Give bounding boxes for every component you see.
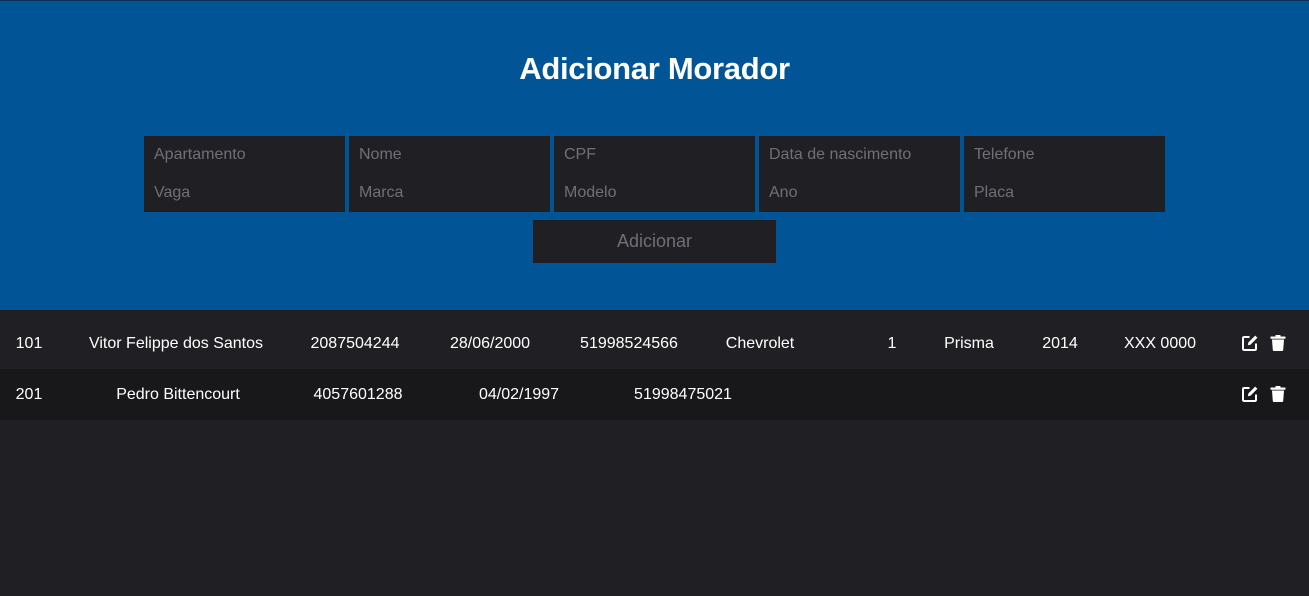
edit-icon[interactable] (1241, 334, 1259, 352)
add-button[interactable]: Adicionar (533, 220, 776, 263)
cell-nascimento: 04/02/1997 (478, 386, 560, 403)
cell-nascimento: 28/06/2000 (449, 335, 531, 352)
form-column-nome (349, 136, 550, 212)
trash-icon[interactable] (1269, 385, 1287, 403)
header-section: Adicionar Morador Adicionar (0, 0, 1309, 310)
cpf-input[interactable] (554, 136, 755, 174)
cell-cpf: 2087504244 (310, 335, 400, 352)
table-row: 101 Vitor Felippe dos Santos 2087504244 … (0, 318, 1309, 369)
marca-input[interactable] (349, 174, 550, 212)
telefone-input[interactable] (964, 136, 1165, 174)
modelo-input[interactable] (554, 174, 755, 212)
form-column-nascimento (759, 136, 960, 212)
cell-apartamento: 201 (15, 386, 43, 403)
form-column-telefone (964, 136, 1165, 212)
cell-vaga: 1 (887, 335, 897, 352)
cell-ano: 2014 (1042, 335, 1078, 352)
placa-input[interactable] (964, 174, 1165, 212)
cell-telefone: 51998475021 (634, 386, 732, 403)
cell-telefone: 51998524566 (580, 335, 678, 352)
form-column-cpf (554, 136, 755, 212)
cell-modelo: Prisma (944, 335, 994, 352)
cell-cpf: 4057601288 (313, 386, 403, 403)
nome-input[interactable] (349, 136, 550, 174)
nascimento-input[interactable] (759, 136, 960, 174)
apartamento-input[interactable] (144, 136, 345, 174)
table-row: 201 Pedro Bittencourt 4057601288 04/02/1… (0, 369, 1309, 420)
form-column-apartamento (144, 136, 345, 212)
vaga-input[interactable] (144, 174, 345, 212)
cell-apartamento: 101 (15, 335, 43, 352)
ano-input[interactable] (759, 174, 960, 212)
cell-placa: XXX 0000 (1123, 335, 1197, 352)
form-title: Adicionar Morador (519, 51, 790, 86)
edit-icon[interactable] (1241, 385, 1259, 403)
trash-icon[interactable] (1269, 334, 1287, 352)
cell-nome: Pedro Bittencourt (116, 386, 240, 403)
cell-nome: Vitor Felippe dos Santos (88, 335, 264, 352)
cell-marca: Chevrolet (725, 335, 795, 352)
